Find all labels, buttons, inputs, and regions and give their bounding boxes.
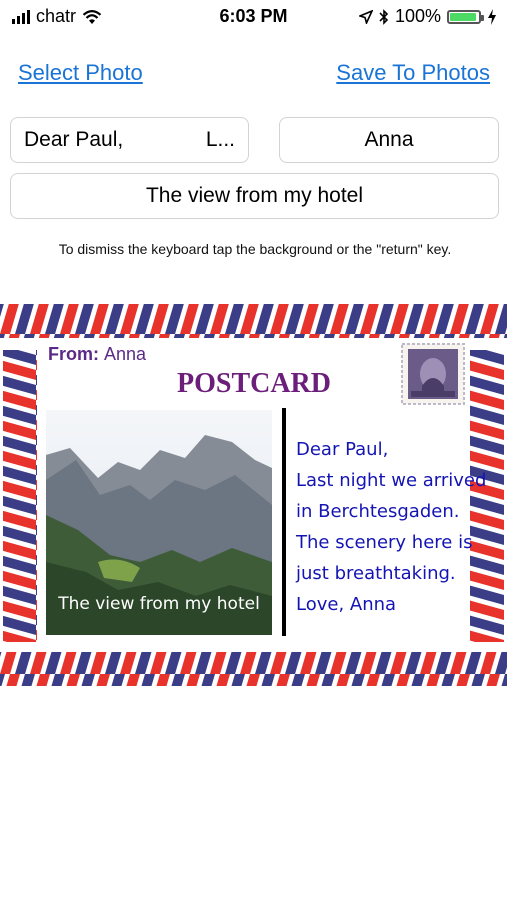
airmail-border-left <box>3 350 37 642</box>
from-field-value: Anna <box>364 128 414 151</box>
location-arrow-icon <box>358 9 373 24</box>
photo-caption: The view from my hotel <box>57 594 260 614</box>
message-line: Love, Anna <box>296 594 396 615</box>
bluetooth-icon <box>379 8 389 25</box>
battery-icon <box>447 9 484 24</box>
message-line: The scenery here is <box>295 532 472 553</box>
airmail-border-bottom <box>0 652 507 686</box>
from-field[interactable]: Anna <box>279 117 499 163</box>
greeting-field[interactable]: Dear Paul, L... <box>10 117 249 163</box>
airmail-border-top <box>0 304 507 338</box>
postage-stamp <box>401 343 465 405</box>
status-bar: chatr 6:03 PM 100% <box>0 0 507 34</box>
postcard-title: POSTCARD <box>177 368 331 399</box>
postcard: The view from my hotel From: Anna POSTCA… <box>0 300 507 692</box>
postcard-divider <box>282 408 286 636</box>
save-to-photos-button[interactable]: Save To Photos <box>336 60 490 86</box>
svg-text:From: Anna: From: Anna <box>48 344 147 364</box>
message-line: Dear Paul, <box>296 439 388 460</box>
greeting-field-overflow: L... <box>205 128 235 151</box>
caption-field-value: The view from my hotel <box>145 184 364 207</box>
message-line: in Berchtesgaden. <box>296 501 459 522</box>
charging-bolt-icon <box>488 8 496 25</box>
keyboard-hint: To dismiss the keyboard tap the backgrou… <box>58 241 452 257</box>
battery-percent: 100% <box>394 6 441 26</box>
caption-field[interactable]: The view from my hotel <box>10 173 499 219</box>
from-name: Anna <box>104 344 147 364</box>
message-line: Last night we arrived <box>296 470 486 491</box>
greeting-field-value: Dear Paul, <box>24 128 124 151</box>
from-label: From: <box>48 344 99 364</box>
airmail-border-right <box>470 350 504 642</box>
message-line: just breathtaking. <box>295 563 456 584</box>
select-photo-button[interactable]: Select Photo <box>18 60 143 86</box>
